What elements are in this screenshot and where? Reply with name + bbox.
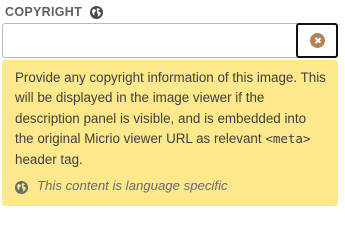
copyright-input-wrapper bbox=[2, 23, 338, 58]
clear-button[interactable] bbox=[296, 23, 338, 58]
help-panel: Provide any copyright information of thi… bbox=[2, 60, 338, 206]
globe-icon bbox=[90, 5, 104, 19]
language-note: This content is language specific bbox=[37, 178, 228, 193]
help-text: Provide any copyright information of thi… bbox=[15, 68, 326, 170]
help-text-part-2: header tag. bbox=[15, 151, 83, 167]
copyright-field: COPYRIGHT Provide any copyright informat… bbox=[0, 0, 345, 214]
clear-icon bbox=[309, 33, 325, 48]
field-label-row: COPYRIGHT bbox=[5, 3, 104, 21]
field-label: COPYRIGHT bbox=[5, 5, 83, 19]
copyright-input[interactable] bbox=[3, 24, 293, 57]
globe-icon bbox=[15, 180, 28, 194]
language-note-row: This content is language specific bbox=[15, 176, 228, 196]
meta-tag-code: <meta> bbox=[265, 131, 311, 147]
